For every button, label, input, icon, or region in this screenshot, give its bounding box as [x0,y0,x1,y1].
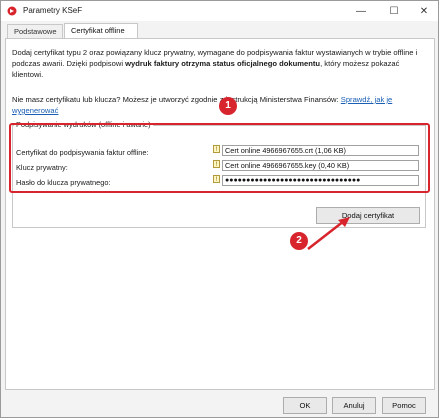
step-badge-1: 1 [219,97,237,115]
dialog-window: Parametry KSeF — ☐ ✕ Podstawowe Certyfik… [0,0,439,418]
intro-text: Dodaj certyfikat typu 2 oraz powiązany k… [12,47,424,80]
tab-panel: Dodaj certyfikat typu 2 oraz powiązany k… [5,38,435,390]
minimize-icon: — [356,5,366,17]
intro-text-bold: wydruk faktury otrzyma status oficjalneg… [125,59,321,68]
cancel-button[interactable]: Anuluj [332,397,376,414]
close-button[interactable]: ✕ [409,1,439,21]
close-icon: ✕ [419,5,429,17]
app-icon [7,6,17,16]
help-text-body: Nie masz certyfikatu lub klucza? Możesz … [12,95,341,104]
tab-podstawowe[interactable]: Podstawowe [7,24,63,38]
window-title: Parametry KSeF [23,6,83,15]
maximize-button[interactable]: ☐ [379,1,409,21]
help-text: Nie masz certyfikatu lub klucza? Możesz … [12,94,424,116]
maximize-icon: ☐ [389,5,399,17]
title-bar[interactable]: Parametry KSeF — ☐ ✕ [1,1,438,21]
minimize-button[interactable]: — [346,1,376,21]
tab-certyfikat-offline[interactable]: Certyfikat offline [64,23,138,39]
arrow-icon [307,217,350,250]
help-button[interactable]: Pomoc [382,397,426,414]
highlight-frame [9,123,430,193]
step-badge-2: 2 [290,232,308,250]
ok-button[interactable]: OK [283,397,327,414]
